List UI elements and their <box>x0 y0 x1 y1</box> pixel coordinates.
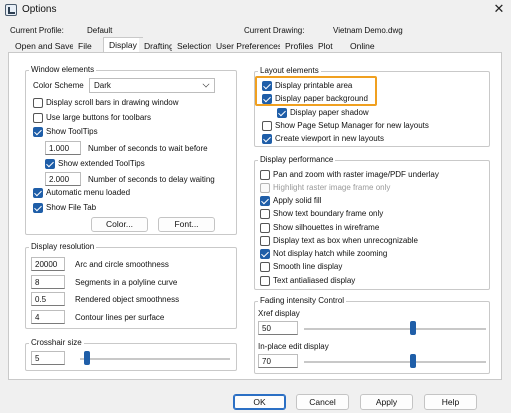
highlight-raster-label: Highlight raster image frame only <box>273 183 391 192</box>
display-paper-shadow-checkbox[interactable] <box>277 108 287 118</box>
window-elements-title: Window elements <box>29 65 97 74</box>
apply-solid-fill-checkbox[interactable] <box>260 196 270 206</box>
display-printable-area-checkbox[interactable] <box>262 81 272 91</box>
xref-slider-track[interactable] <box>304 328 486 330</box>
font-button[interactable]: Font... <box>158 217 215 232</box>
display-performance-title: Display performance <box>258 155 336 164</box>
contour-lines-label: Contour lines per surface <box>75 313 165 322</box>
current-drawing-label: Current Drawing: <box>244 26 305 35</box>
create-viewport-label: Create viewport in new layouts <box>275 134 384 143</box>
display-paper-background-checkbox[interactable] <box>262 94 272 104</box>
object-smoothness-input[interactable]: 0.5 <box>31 292 65 306</box>
color-scheme-label: Color Scheme <box>33 81 84 90</box>
pan-zoom-raster-checkbox[interactable] <box>260 170 270 180</box>
help-button[interactable]: Help <box>424 394 477 410</box>
inplace-edit-label: In-place edit display <box>258 342 329 351</box>
crosshair-slider-track[interactable] <box>80 358 230 360</box>
tab-open-and-save[interactable]: Open and Save <box>10 38 80 52</box>
window-title: Options <box>22 4 57 15</box>
arc-smoothness-label: Arc and circle smoothness <box>75 260 169 269</box>
tooltip-delay-input[interactable]: 2.000 <box>45 172 81 186</box>
inplace-slider-thumb[interactable] <box>410 354 416 368</box>
apply-button[interactable]: Apply <box>360 394 413 410</box>
silhouettes-checkbox[interactable] <box>260 223 270 233</box>
tab-user-preferences[interactable]: User Preferences <box>211 38 288 52</box>
tab-online[interactable]: Online <box>345 38 380 52</box>
xref-display-input[interactable]: 50 <box>258 321 298 335</box>
xref-slider-thumb[interactable] <box>410 321 416 335</box>
contour-lines-input[interactable]: 4 <box>31 310 65 324</box>
inplace-slider-track[interactable] <box>304 361 486 363</box>
large-buttons-label: Use large buttons for toolbars <box>46 113 151 122</box>
text-as-box-label: Display text as box when unrecognizable <box>273 236 418 245</box>
tab-display[interactable]: Display <box>103 37 143 53</box>
create-viewport-checkbox[interactable] <box>262 134 272 144</box>
display-paper-background-label: Display paper background <box>275 94 368 103</box>
title-bar: Options ✕ <box>0 0 511 20</box>
silhouettes-label: Show silhouettes in wireframe <box>273 223 380 232</box>
automatic-menu-label: Automatic menu loaded <box>46 188 131 197</box>
smooth-line-label: Smooth line display <box>273 262 343 271</box>
display-resolution-title: Display resolution <box>29 242 97 251</box>
xref-display-label: Xref display <box>258 309 300 318</box>
color-scheme-select[interactable]: Dark <box>89 78 215 93</box>
display-printable-area-label: Display printable area <box>275 81 353 90</box>
close-icon[interactable]: ✕ <box>492 2 506 16</box>
show-tooltips-label: Show ToolTips <box>46 127 98 136</box>
inplace-edit-input[interactable]: 70 <box>258 354 298 368</box>
not-display-hatch-label: Not display hatch while zooming <box>273 249 388 258</box>
tooltip-delay-label: Number of seconds to delay waiting <box>88 175 215 184</box>
text-boundary-checkbox[interactable] <box>260 209 270 219</box>
crosshair-title: Crosshair size <box>29 338 84 347</box>
text-boundary-label: Show text boundary frame only <box>273 209 384 218</box>
layout-elements-title: Layout elements <box>258 66 321 75</box>
show-file-tab-checkbox[interactable] <box>33 203 43 213</box>
automatic-menu-checkbox[interactable] <box>33 188 43 198</box>
color-scheme-value: Dark <box>94 81 111 90</box>
crosshair-size-input[interactable]: 5 <box>31 351 65 365</box>
large-buttons-checkbox[interactable] <box>33 113 43 123</box>
object-smoothness-label: Rendered object smoothness <box>75 295 180 304</box>
highlight-raster-checkbox[interactable] <box>260 183 270 193</box>
show-page-setup-label: Show Page Setup Manager for new layouts <box>275 121 429 130</box>
ok-button[interactable]: OK <box>233 394 286 410</box>
display-scroll-bars-checkbox[interactable] <box>33 98 43 108</box>
crosshair-slider-thumb[interactable] <box>84 351 90 365</box>
tooltip-wait-label: Number of seconds to wait before <box>88 144 208 153</box>
show-page-setup-checkbox[interactable] <box>262 121 272 131</box>
tab-plot[interactable]: Plot <box>313 38 338 52</box>
current-drawing-value: Vietnam Demo.dwg <box>333 26 403 35</box>
current-profile-label: Current Profile: <box>10 26 64 35</box>
text-antialiased-label: Text antialiased display <box>273 276 356 285</box>
cancel-button[interactable]: Cancel <box>296 394 349 410</box>
apply-solid-fill-label: Apply solid fill <box>273 196 322 205</box>
not-display-hatch-checkbox[interactable] <box>260 249 270 259</box>
display-scroll-bars-label: Display scroll bars in drawing window <box>46 98 179 107</box>
show-extended-tooltips-checkbox[interactable] <box>45 159 55 169</box>
smooth-line-checkbox[interactable] <box>260 262 270 272</box>
text-antialiased-checkbox[interactable] <box>260 276 270 286</box>
polyline-segments-label: Segments in a polyline curve <box>75 278 178 287</box>
current-profile-value: Default <box>87 26 113 35</box>
pan-zoom-raster-label: Pan and zoom with raster image/PDF under… <box>273 170 439 179</box>
tab-file[interactable]: File <box>73 38 97 52</box>
show-tooltips-checkbox[interactable] <box>33 127 43 137</box>
chevron-down-icon <box>202 80 210 88</box>
polyline-segments-input[interactable]: 8 <box>31 275 65 289</box>
show-file-tab-label: Show File Tab <box>46 203 97 212</box>
fading-title: Fading intensity Control <box>258 296 347 305</box>
app-icon <box>5 4 17 16</box>
color-button[interactable]: Color... <box>91 217 148 232</box>
show-extended-tooltips-label: Show extended ToolTips <box>58 159 145 168</box>
arc-smoothness-input[interactable]: 20000 <box>31 257 65 271</box>
tooltip-wait-input[interactable]: 1.000 <box>45 141 81 155</box>
text-as-box-checkbox[interactable] <box>260 236 270 246</box>
display-paper-shadow-label: Display paper shadow <box>290 108 369 117</box>
